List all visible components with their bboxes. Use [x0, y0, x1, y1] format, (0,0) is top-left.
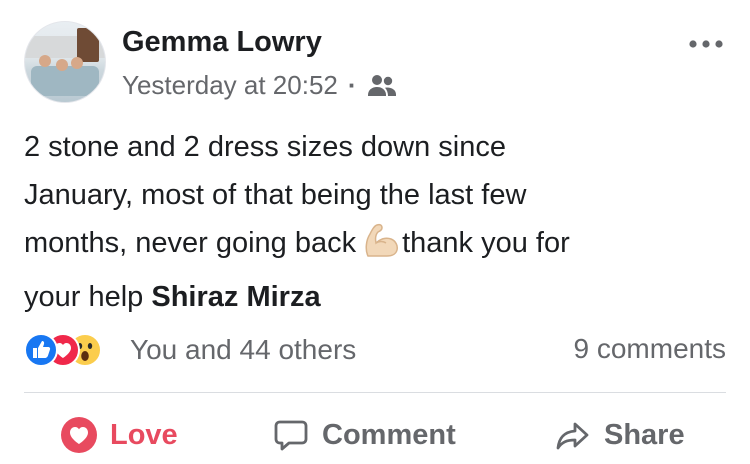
avatar-photo-person	[39, 55, 51, 67]
author-name[interactable]: Gemma Lowry	[122, 26, 322, 59]
meta-separator: ·	[347, 70, 357, 100]
post-text-segment: your help	[24, 281, 152, 313]
reactions-count[interactable]: You and 44 others	[130, 334, 356, 366]
post-body: 2 stone and 2 dress sizes down since Jan…	[24, 123, 724, 321]
actions-divider	[24, 392, 726, 393]
share-button-label: Share	[604, 418, 685, 451]
comment-bubble-icon	[272, 416, 322, 454]
friends-icon[interactable]	[367, 74, 397, 98]
post-text-line: your help Shiraz Mirza	[24, 273, 724, 321]
love-button[interactable]: Love	[60, 410, 178, 460]
share-arrow-icon	[554, 416, 604, 454]
love-button-label: Love	[110, 418, 178, 451]
post-text-segment: thank you for	[402, 227, 570, 259]
share-button[interactable]: Share	[554, 410, 685, 460]
avatar-photo-person	[56, 59, 68, 71]
avatar-photo-person	[71, 57, 83, 69]
reactions-summary[interactable]: You and 44 others	[24, 333, 356, 367]
like-reaction-icon	[24, 333, 58, 372]
post-text-segment: months, never going back	[24, 227, 357, 259]
post-text-line: months, never going back thank you for	[24, 219, 724, 273]
comment-button[interactable]: Comment	[272, 410, 456, 460]
more-options-icon[interactable]	[686, 34, 726, 54]
reaction-icons	[24, 333, 124, 367]
avatar-photo-hot-tub	[31, 66, 99, 96]
mention-link[interactable]: Shiraz Mirza	[151, 281, 320, 313]
post-text-line: 2 stone and 2 dress sizes down since	[24, 131, 506, 163]
post-meta: Yesterday at 20:52 ·	[122, 70, 397, 101]
comments-count-link[interactable]: 9 comments	[574, 333, 727, 365]
post-text-line: January, most of that being the last few	[24, 179, 527, 211]
author-avatar[interactable]	[24, 21, 106, 103]
avatar-photo-wood	[77, 28, 99, 62]
flexed-biceps-emoji-icon	[362, 222, 400, 273]
love-heart-icon	[60, 416, 110, 454]
comment-button-label: Comment	[322, 418, 456, 451]
post-actions-bar: Love Comment Share	[0, 410, 750, 460]
post-timestamp[interactable]: Yesterday at 20:52	[122, 70, 338, 101]
